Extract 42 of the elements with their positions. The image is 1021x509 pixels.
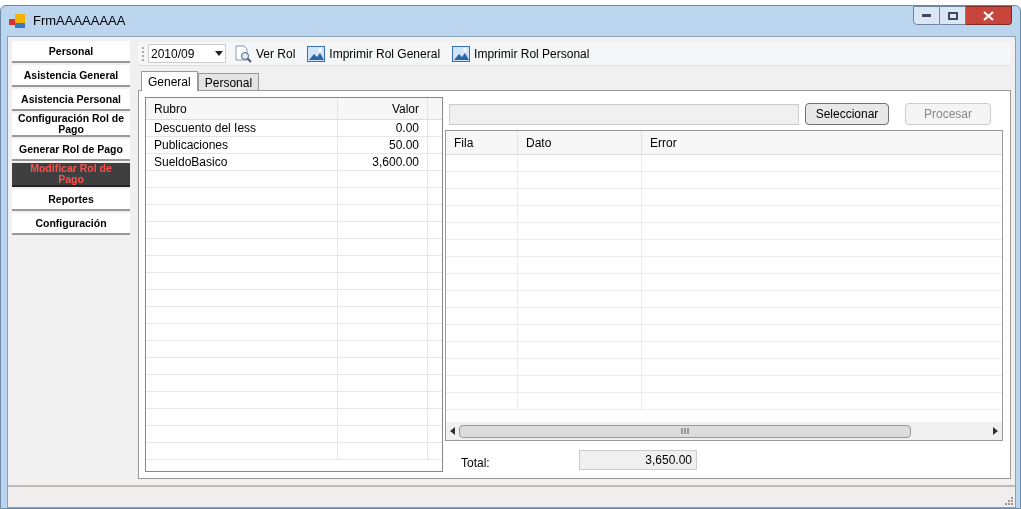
window-title: FrmAAAAAAAA	[33, 12, 126, 31]
table-cell-text: SueldoBasico	[154, 154, 228, 171]
sidebar-item[interactable]: Configuración	[12, 213, 130, 235]
picture-icon	[452, 45, 471, 62]
total-field: 3,650.00	[579, 450, 697, 470]
column-header[interactable]: Fila	[446, 131, 518, 154]
close-button[interactable]	[966, 6, 1012, 25]
sidebar-item[interactable]: Generar Rol de Pago	[12, 139, 130, 161]
table-cell-text: Publicaciones	[154, 137, 229, 154]
table-cell-text: 50.00	[388, 137, 419, 154]
tab[interactable]: Personal	[197, 73, 260, 90]
sidebar-item[interactable]: Personal	[12, 41, 130, 63]
table-cell-text: Descuento del Iess	[154, 120, 257, 137]
sidebar-item[interactable]: Asistencia Personal	[12, 89, 130, 111]
sidebar-item[interactable]: Asistencia General	[12, 65, 130, 87]
toolbar-button[interactable]: Imprimir Rol General	[303, 43, 445, 64]
resize-grip-icon	[1003, 495, 1013, 505]
minimize-button[interactable]	[913, 6, 940, 25]
sidebar-item[interactable]: Reportes	[12, 189, 130, 211]
column-header[interactable]: Valor	[338, 98, 428, 119]
period-dropdown[interactable]: 2010/09	[148, 44, 226, 63]
scrollbar-thumb[interactable]	[459, 424, 911, 438]
scroll-left-icon	[450, 427, 455, 435]
tab[interactable]: General	[141, 71, 198, 91]
horizontal-scrollbar[interactable]	[446, 422, 1002, 440]
total-label: Total:	[461, 455, 491, 472]
column-header[interactable]: Error	[642, 131, 1002, 154]
maximize-button[interactable]	[940, 6, 966, 25]
sidebar-item[interactable]: Configuración Rol de Pago	[12, 113, 130, 137]
table-cell-text: 3,600.00	[372, 154, 419, 171]
column-header[interactable]: Dato	[518, 131, 642, 154]
dropdown-caret-icon	[215, 51, 223, 56]
file-path-field[interactable]	[449, 103, 799, 125]
toolbar-button[interactable]: Imprimir Rol Personal	[448, 43, 594, 64]
column-header[interactable]: Rubro	[146, 98, 338, 119]
scroll-right-icon	[993, 427, 998, 435]
close-icon	[983, 10, 994, 21]
table-cell-text: 0.00	[395, 120, 419, 137]
picture-icon	[307, 45, 326, 62]
app-icon	[9, 14, 25, 28]
action-button[interactable]: Seleccionar	[805, 103, 889, 125]
toolbar-button[interactable]: Ver Rol	[230, 43, 300, 64]
